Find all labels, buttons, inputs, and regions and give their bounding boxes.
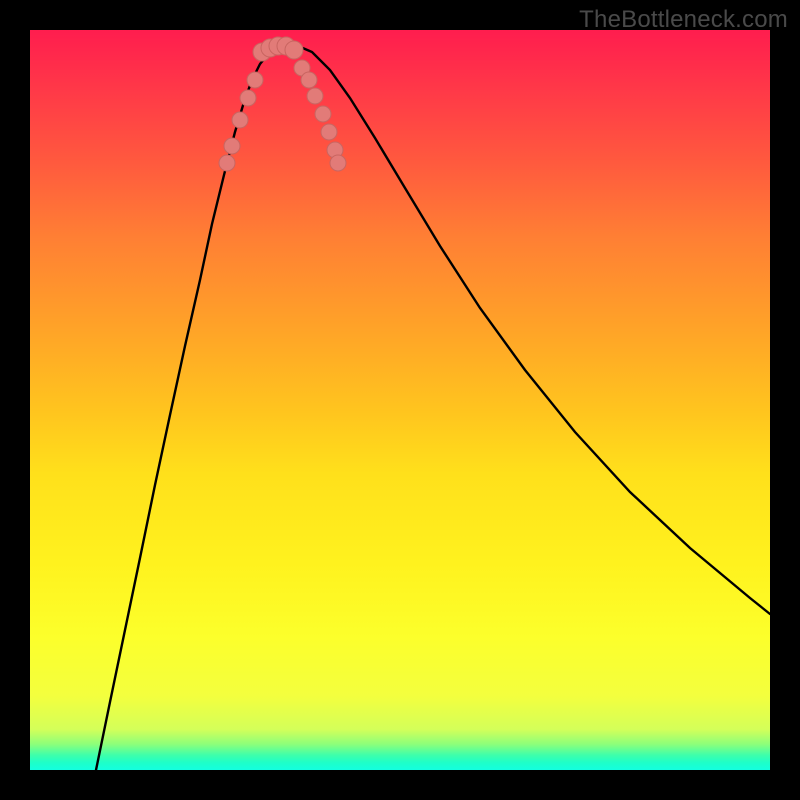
chart-frame: TheBottleneck.com (0, 0, 800, 800)
data-marker (307, 88, 323, 104)
data-marker (330, 155, 346, 171)
plot-area (30, 30, 770, 770)
bottleneck-curve (96, 46, 770, 770)
data-marker (219, 155, 235, 171)
data-marker (240, 90, 256, 106)
data-marker (247, 72, 263, 88)
data-marker (232, 112, 248, 128)
data-marker (285, 41, 303, 59)
curve-layer (30, 30, 770, 770)
data-marker (315, 106, 331, 122)
data-marker (321, 124, 337, 140)
data-marker (301, 72, 317, 88)
data-marker (224, 138, 240, 154)
data-markers (219, 37, 346, 171)
